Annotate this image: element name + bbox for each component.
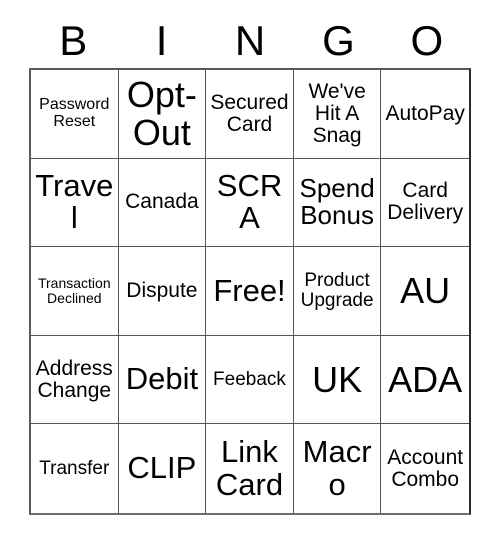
bingo-cell-label: Dispute: [126, 278, 198, 302]
bingo-cell[interactable]: We've Hit A Snag: [293, 70, 382, 159]
bingo-cell[interactable]: Product Upgrade: [293, 247, 382, 336]
bingo-cell[interactable]: Dispute: [118, 247, 207, 336]
bingo-cell-label: ADA: [388, 358, 463, 400]
bingo-cell-label: Feeback: [213, 368, 286, 390]
bingo-cell[interactable]: UK: [293, 335, 382, 425]
bingo-cell-label: Transfer: [39, 457, 110, 479]
bingo-cell[interactable]: Link Card: [206, 424, 294, 513]
bingo-cell[interactable]: AU: [381, 247, 469, 336]
bingo-cell[interactable]: Canada: [118, 158, 207, 248]
bingo-cell-label: Product Upgrade: [300, 270, 374, 311]
bingo-cell-label: Debit: [125, 361, 199, 397]
bingo-cell[interactable]: Debit: [118, 335, 207, 425]
bingo-cell-label: Free!: [213, 272, 286, 308]
bingo-cell[interactable]: Transaction Declined: [31, 247, 119, 336]
bingo-header-row: B I N G O: [29, 14, 471, 68]
bingo-cell-label: Macro: [302, 434, 372, 502]
bingo-cell[interactable]: SCRA: [206, 158, 294, 248]
bingo-cell-label: AU: [400, 270, 451, 312]
bingo-cell-label: AutoPay: [385, 101, 465, 125]
bingo-cell-label: CLIP: [127, 450, 197, 486]
bingo-header-letter-g: G: [322, 17, 355, 64]
bingo-cell[interactable]: Macro: [293, 424, 382, 513]
bingo-header-letter-b: B: [59, 17, 88, 64]
bingo-header-letter-o: O: [410, 17, 444, 64]
bingo-cell[interactable]: Account Combo: [381, 424, 469, 513]
bingo-cell[interactable]: Transfer: [31, 424, 119, 513]
bingo-cell-label: Account Combo: [387, 445, 464, 491]
bingo-cell[interactable]: ADA: [381, 335, 469, 425]
bingo-cell-label: Address Change: [35, 356, 113, 402]
bingo-cell[interactable]: Card Delivery: [381, 158, 469, 248]
bingo-cell[interactable]: Address Change: [31, 335, 119, 425]
bingo-cell[interactable]: Free!: [206, 247, 294, 336]
bingo-cell-label: Transaction Declined: [37, 275, 111, 306]
bingo-grid: Password Reset Opt-Out Secured Card We've H…: [29, 68, 471, 515]
bingo-cell[interactable]: Spend Bonus: [293, 158, 382, 248]
bingo-cell-label: Travel: [35, 167, 114, 236]
bingo-cell[interactable]: Password Reset: [31, 70, 119, 159]
bingo-cell-label: Secured Card: [210, 90, 289, 136]
bingo-header-letter-n: N: [234, 17, 266, 64]
bingo-cell-label: UK: [312, 358, 363, 400]
bingo-header-letter-i: I: [155, 17, 168, 64]
bingo-cell-label: Spend Bonus: [299, 173, 375, 231]
bingo-cell-label: Link Card: [215, 434, 284, 502]
bingo-cell-label: SCRA: [216, 167, 283, 236]
bingo-card: B I N G O Password Reset Opt-Out Secured C…: [0, 0, 500, 544]
bingo-cell[interactable]: Travel: [31, 158, 119, 248]
bingo-cell[interactable]: CLIP: [118, 424, 207, 513]
bingo-cell-label: We've Hit A Snag: [308, 79, 366, 147]
bingo-cell[interactable]: Secured Card: [206, 70, 294, 159]
bingo-cell[interactable]: Opt-Out: [118, 70, 207, 159]
bingo-cell-label: Canada: [125, 190, 199, 214]
bingo-cell-label: Card Delivery: [387, 179, 464, 225]
bingo-cell[interactable]: AutoPay: [381, 70, 469, 159]
bingo-cell-label: Password Reset: [39, 96, 110, 130]
bingo-cell[interactable]: Feeback: [206, 335, 294, 425]
bingo-cell-label: Opt-Out: [126, 74, 197, 153]
